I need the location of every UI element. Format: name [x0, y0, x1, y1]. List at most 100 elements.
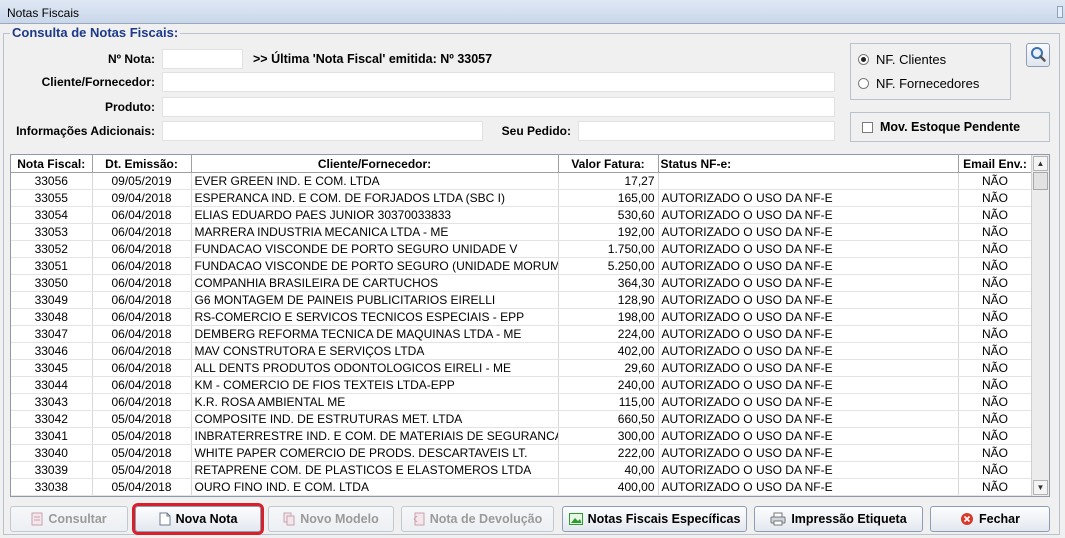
nota-input[interactable]	[162, 49, 243, 69]
cell-status	[658, 172, 959, 190]
cell-nota-fiscal: 33050	[11, 274, 93, 292]
cell-email: NÃO	[958, 376, 1033, 394]
cell-cliente: KM - COMERCIO DE FIOS TEXTEIS LTDA-EPP	[191, 376, 559, 394]
image-icon	[568, 513, 583, 525]
produto-input[interactable]	[162, 97, 835, 117]
table-row[interactable]: 33054 06/04/2018 ELIAS EDUARDO PAES JUNIOR…	[11, 206, 1033, 224]
radio-nf-clientes[interactable]: NF. Clientes	[858, 52, 946, 67]
table-row[interactable]: 33038 05/04/2018 OURO FINO IND. E COM. LTD…	[11, 478, 1033, 496]
radio-nf-fornecedores[interactable]: NF. Fornecedores	[858, 76, 979, 91]
group-title: Consulta de Notas Fiscais:	[10, 25, 181, 40]
cell-valor: 29,60	[558, 359, 659, 377]
notas-grid[interactable]: Nota Fiscal: Dt. Emissão: Cliente/Fornec…	[10, 154, 1050, 497]
table-row[interactable]: 33047 06/04/2018 DEMBERG REFORMA TECNICA D…	[11, 325, 1033, 343]
nota-devolucao-button[interactable]: Nota de Devolução	[401, 506, 554, 532]
fechar-button[interactable]: Fechar	[930, 506, 1050, 532]
cell-nota-fiscal: 33041	[11, 427, 93, 445]
scroll-thumb[interactable]	[1033, 172, 1048, 190]
grid-scrollbar[interactable]: ▲ ▼	[1031, 155, 1049, 496]
cell-dt-emissao: 06/04/2018	[92, 359, 192, 377]
consultar-button[interactable]: Consultar	[10, 506, 128, 532]
document-icon	[31, 512, 43, 526]
consultar-label: Consultar	[48, 512, 107, 526]
cell-valor: 240,00	[558, 376, 659, 394]
seu-pedido-label: Seu Pedido:	[501, 124, 571, 138]
cell-status: AUTORIZADO O USO DA NF-E	[658, 223, 959, 241]
cell-cliente: RETAPRENE COM. DE PLASTICOS E ELASTOMERO…	[191, 461, 559, 479]
cliente-label: Cliente/Fornecedor:	[41, 75, 155, 89]
table-row[interactable]: 33055 09/04/2018 ESPERANCA IND. E COM. DE …	[11, 189, 1033, 207]
cell-email: NÃO	[958, 206, 1033, 224]
info-adicionais-input[interactable]	[162, 121, 483, 141]
table-row[interactable]: 33039 05/04/2018 RETAPRENE COM. DE PLASTIC…	[11, 461, 1033, 479]
notas-especificas-button[interactable]: Notas Fiscais Específicas	[562, 506, 747, 532]
grid-header-row: Nota Fiscal: Dt. Emissão: Cliente/Fornec…	[11, 155, 1033, 173]
table-row[interactable]: 33050 06/04/2018 COMPANHIA BRASILEIRA DE C…	[11, 274, 1033, 292]
seu-pedido-input[interactable]	[578, 121, 835, 141]
cell-dt-emissao: 06/04/2018	[92, 257, 192, 275]
impressao-etiqueta-button[interactable]: Impressão Etiqueta	[754, 506, 923, 532]
search-button[interactable]	[1026, 43, 1050, 67]
cell-email: NÃO	[958, 257, 1033, 275]
scroll-up-icon[interactable]: ▲	[1033, 156, 1048, 171]
cell-email: NÃO	[958, 325, 1033, 343]
col-email[interactable]: Email Env.:	[958, 155, 1033, 173]
table-row[interactable]: 33048 06/04/2018 RS-COMERCIO E SERVICOS TE…	[11, 308, 1033, 326]
cell-status: AUTORIZADO O USO DA NF-E	[658, 342, 959, 360]
radio-unselected-icon[interactable]	[858, 78, 869, 89]
table-row[interactable]: 33046 06/04/2018 MAV CONSTRUTORA E SERVIÇO…	[11, 342, 1033, 360]
table-row[interactable]: 33042 05/04/2018 COMPOSITE IND. DE ESTRUTU…	[11, 410, 1033, 428]
cell-status: AUTORIZADO O USO DA NF-E	[658, 444, 959, 462]
col-cliente[interactable]: Cliente/Fornecedor:	[191, 155, 559, 173]
table-row[interactable]: 33045 06/04/2018 ALL DENTS PRODUTOS ODONTO…	[11, 359, 1033, 377]
cell-cliente: ALL DENTS PRODUTOS ODONTOLOGICOS EIRELI …	[191, 359, 559, 377]
cell-valor: 1.750,00	[558, 240, 659, 258]
cell-dt-emissao: 05/04/2018	[92, 427, 192, 445]
mov-estoque-checkbox[interactable]	[862, 122, 873, 133]
col-valor[interactable]: Valor Fatura:	[558, 155, 659, 173]
table-row[interactable]: 33056 09/05/2019 EVER GREEN IND. E COM. LT…	[11, 172, 1033, 190]
col-dt-emissao[interactable]: Dt. Emissão:	[92, 155, 192, 173]
cell-dt-emissao: 05/04/2018	[92, 461, 192, 479]
table-row[interactable]: 33044 06/04/2018 KM - COMERCIO DE FIOS TEX…	[11, 376, 1033, 394]
cell-status: AUTORIZADO O USO DA NF-E	[658, 206, 959, 224]
cell-cliente: FUNDACAO VISCONDE DE PORTO SEGURO UNIDAD…	[191, 240, 559, 258]
table-row[interactable]: 33051 06/04/2018 FUNDACAO VISCONDE DE PORT…	[11, 257, 1033, 275]
nova-nota-button[interactable]: Nova Nota	[132, 503, 264, 535]
cell-cliente: MARRERA INDUSTRIA MECANICA LTDA - ME	[191, 223, 559, 241]
col-status[interactable]: Status NF-e:	[658, 155, 959, 173]
table-row[interactable]: 33049 06/04/2018 G6 MONTAGEM DE PAINEIS PU…	[11, 291, 1033, 309]
cell-valor: 530,60	[558, 206, 659, 224]
cell-valor: 192,00	[558, 223, 659, 241]
scroll-down-icon[interactable]: ▼	[1033, 480, 1048, 495]
table-row[interactable]: 33053 06/04/2018 MARRERA INDUSTRIA MECANIC…	[11, 223, 1033, 241]
cell-valor: 198,00	[558, 308, 659, 326]
cell-nota-fiscal: 33040	[11, 444, 93, 462]
novo-modelo-button[interactable]: Novo Modelo	[268, 506, 394, 532]
cell-email: NÃO	[958, 240, 1033, 258]
cell-nota-fiscal: 33038	[11, 478, 93, 496]
info-adicionais-label: Informações Adicionais:	[16, 124, 155, 138]
table-row[interactable]: 33041 05/04/2018 INBRATERRESTRE IND. E COM…	[11, 427, 1033, 445]
cell-cliente: COMPANHIA BRASILEIRA DE CARTUCHOS	[191, 274, 559, 292]
cell-valor: 17,27	[558, 172, 659, 190]
nova-nota-label: Nova Nota	[175, 512, 238, 526]
copy-document-icon	[283, 512, 295, 526]
cell-dt-emissao: 05/04/2018	[92, 444, 192, 462]
col-nota-fiscal[interactable]: Nota Fiscal:	[11, 155, 93, 173]
table-row[interactable]: 33040 05/04/2018 WHITE PAPER COMERCIO DE P…	[11, 444, 1033, 462]
cell-dt-emissao: 06/04/2018	[92, 325, 192, 343]
radio-selected-icon[interactable]	[858, 54, 869, 65]
cell-status: AUTORIZADO O USO DA NF-E	[658, 274, 959, 292]
cliente-input[interactable]	[162, 72, 835, 92]
cell-valor: 165,00	[558, 189, 659, 207]
titlebar-scroll-icon	[1057, 6, 1063, 18]
table-row[interactable]: 33052 06/04/2018 FUNDACAO VISCONDE DE PORT…	[11, 240, 1033, 258]
window-title: Notas Fiscais	[7, 6, 80, 20]
cell-dt-emissao: 06/04/2018	[92, 376, 192, 394]
cell-cliente: ESPERANCA IND. E COM. DE FORJADOS LTDA (…	[191, 189, 559, 207]
cell-nota-fiscal: 33048	[11, 308, 93, 326]
cell-nota-fiscal: 33056	[11, 172, 93, 190]
cell-status: AUTORIZADO O USO DA NF-E	[658, 461, 959, 479]
table-row[interactable]: 33043 06/04/2018 K.R. ROSA AMBIENTAL ME 115…	[11, 393, 1033, 411]
